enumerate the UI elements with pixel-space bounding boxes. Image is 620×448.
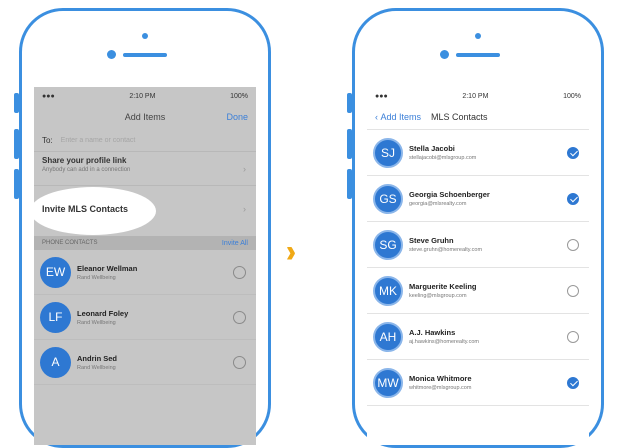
chevron-right-icon: ›: [243, 204, 246, 214]
unchecked-checkbox-icon[interactable]: [567, 284, 579, 297]
avatar: AH: [373, 321, 403, 352]
sensor-dot: [475, 33, 481, 39]
select-radio[interactable]: [233, 355, 246, 369]
status-time: 2:10 PM: [129, 92, 156, 100]
contact-email: steve.gruhn@homerealty.com: [409, 247, 483, 253]
signal-icon: ●●●: [375, 92, 388, 100]
contact-subtitle: Rand Wellbeing: [77, 364, 116, 371]
avatar: LF: [40, 301, 71, 333]
contact-email: aj.hawkins@homerealty.com: [409, 339, 479, 345]
battery-indicator: 100%: [230, 92, 248, 100]
signal-icon: ●●●: [42, 92, 55, 100]
contact-row[interactable]: SJ Stella Jacobi stellajacobi@mlsgroup.c…: [367, 130, 589, 176]
done-button[interactable]: Done: [226, 112, 248, 122]
checked-checkbox-icon[interactable]: [567, 146, 579, 159]
side-button: [347, 129, 352, 159]
section-title: PHONE CONTACTS: [42, 240, 98, 246]
contact-name: Georgia Schoenberger: [409, 190, 490, 199]
to-label: To:: [42, 135, 53, 145]
status-bar: ●●● 2:10 PM 100%: [367, 87, 589, 105]
avatar: SJ: [373, 137, 403, 168]
page-title: MLS Contacts: [431, 112, 488, 122]
share-profile-link-row[interactable]: Share your profile link Anybody can add …: [34, 152, 256, 186]
mls-contacts-list: SJ Stella Jacobi stellajacobi@mlsgroup.c…: [367, 130, 589, 406]
avatar: MW: [373, 367, 403, 398]
select-radio[interactable]: [233, 310, 246, 324]
contact-email: keeling@mlsgroup.com: [409, 293, 467, 299]
select-radio[interactable]: [233, 265, 246, 279]
avatar: GS: [373, 183, 403, 214]
back-button[interactable]: ‹ Add Items: [375, 112, 421, 122]
share-profile-link-title: Share your profile link: [42, 156, 127, 165]
contact-row[interactable]: MK Marguerite Keeling keeling@mlsgroup.c…: [367, 268, 589, 314]
contact-subtitle: Rand Wellbeing: [77, 319, 116, 326]
unchecked-checkbox-icon[interactable]: [567, 238, 579, 251]
to-field[interactable]: To: Enter a name or contact: [34, 129, 256, 152]
invite-mls-contacts-row[interactable]: Invite MLS Contacts ›: [34, 186, 256, 236]
checked-checkbox-icon[interactable]: [567, 376, 579, 389]
avatar: EW: [40, 256, 71, 288]
contact-row[interactable]: LF Leonard Foley Rand Wellbeing: [34, 295, 256, 340]
invite-all-button[interactable]: Invite All: [222, 240, 248, 247]
side-button: [347, 93, 352, 113]
avatar: SG: [373, 229, 403, 260]
side-button: [14, 129, 19, 159]
screen-add-items: ●●● 2:10 PM 100% Add Items Done To: Ente…: [34, 87, 256, 445]
status-bar: ●●● 2:10 PM 100%: [34, 87, 256, 105]
sensor-dot: [142, 33, 148, 39]
screen-mls-contacts: ●●● 2:10 PM 100% ‹ Add Items MLS Contact…: [367, 87, 589, 445]
contact-row[interactable]: MW Monica Whitmore whitmore@mlsgroup.com: [367, 360, 589, 406]
invite-mls-contacts-label: Invite MLS Contacts: [42, 204, 129, 214]
contact-email: georgia@mlsrealty.com: [409, 201, 467, 207]
contact-row[interactable]: SG Steve Gruhn steve.gruhn@homerealty.co…: [367, 222, 589, 268]
contact-row[interactable]: A Andrin Sed Rand Wellbeing: [34, 340, 256, 385]
contact-name: Monica Whitmore: [409, 374, 472, 383]
speaker-grille: [456, 53, 500, 57]
phone-right: ●●● 2:10 PM 100% ‹ Add Items MLS Contact…: [347, 8, 604, 448]
side-button: [14, 169, 19, 199]
side-button: [14, 93, 19, 113]
chevron-right-icon: ›: [243, 164, 246, 174]
nav-bar: Add Items Done: [34, 105, 256, 129]
side-button: [347, 169, 352, 199]
avatar: A: [40, 346, 71, 378]
status-time: 2:10 PM: [462, 92, 489, 100]
contact-row[interactable]: AH A.J. Hawkins aj.hawkins@homerealty.co…: [367, 314, 589, 360]
contact-name: Steve Gruhn: [409, 236, 454, 245]
contact-email: whitmore@mlsgroup.com: [409, 385, 472, 391]
avatar: MK: [373, 275, 403, 306]
phone-contacts-header: PHONE CONTACTS Invite All: [34, 236, 256, 250]
contact-name: Marguerite Keeling: [409, 282, 477, 291]
battery-indicator: 100%: [563, 92, 581, 100]
phone-contacts-list: EW Eleanor Wellman Rand Wellbeing LF Leo…: [34, 250, 256, 385]
contact-name: Leonard Foley: [77, 308, 129, 318]
camera-icon: [440, 50, 449, 59]
speaker-grille: [123, 53, 167, 57]
contact-name: A.J. Hawkins: [409, 328, 456, 337]
contact-name: Stella Jacobi: [409, 144, 455, 153]
phone-left: ●●● 2:10 PM 100% Add Items Done To: Ente…: [14, 8, 271, 448]
contact-subtitle: Rand Wellbeing: [77, 274, 116, 281]
contact-row[interactable]: EW Eleanor Wellman Rand Wellbeing: [34, 250, 256, 295]
back-label: Add Items: [380, 112, 422, 122]
contact-email: stellajacobi@mlsgroup.com: [409, 155, 477, 161]
unchecked-checkbox-icon[interactable]: [567, 330, 579, 343]
next-step-arrows-icon: ›››: [286, 232, 296, 269]
contact-row[interactable]: GS Georgia Schoenberger georgia@mlsrealt…: [367, 176, 589, 222]
nav-bar: ‹ Add Items MLS Contacts: [367, 105, 589, 130]
page-title: Add Items: [124, 112, 166, 122]
camera-icon: [107, 50, 116, 59]
share-profile-link-subtitle: Anybody can add in a connection: [42, 167, 131, 173]
checked-checkbox-icon[interactable]: [567, 192, 579, 205]
contact-name: Eleanor Wellman: [77, 263, 138, 273]
to-input-placeholder[interactable]: Enter a name or contact: [61, 137, 136, 144]
contact-name: Andrin Sed: [77, 353, 118, 363]
